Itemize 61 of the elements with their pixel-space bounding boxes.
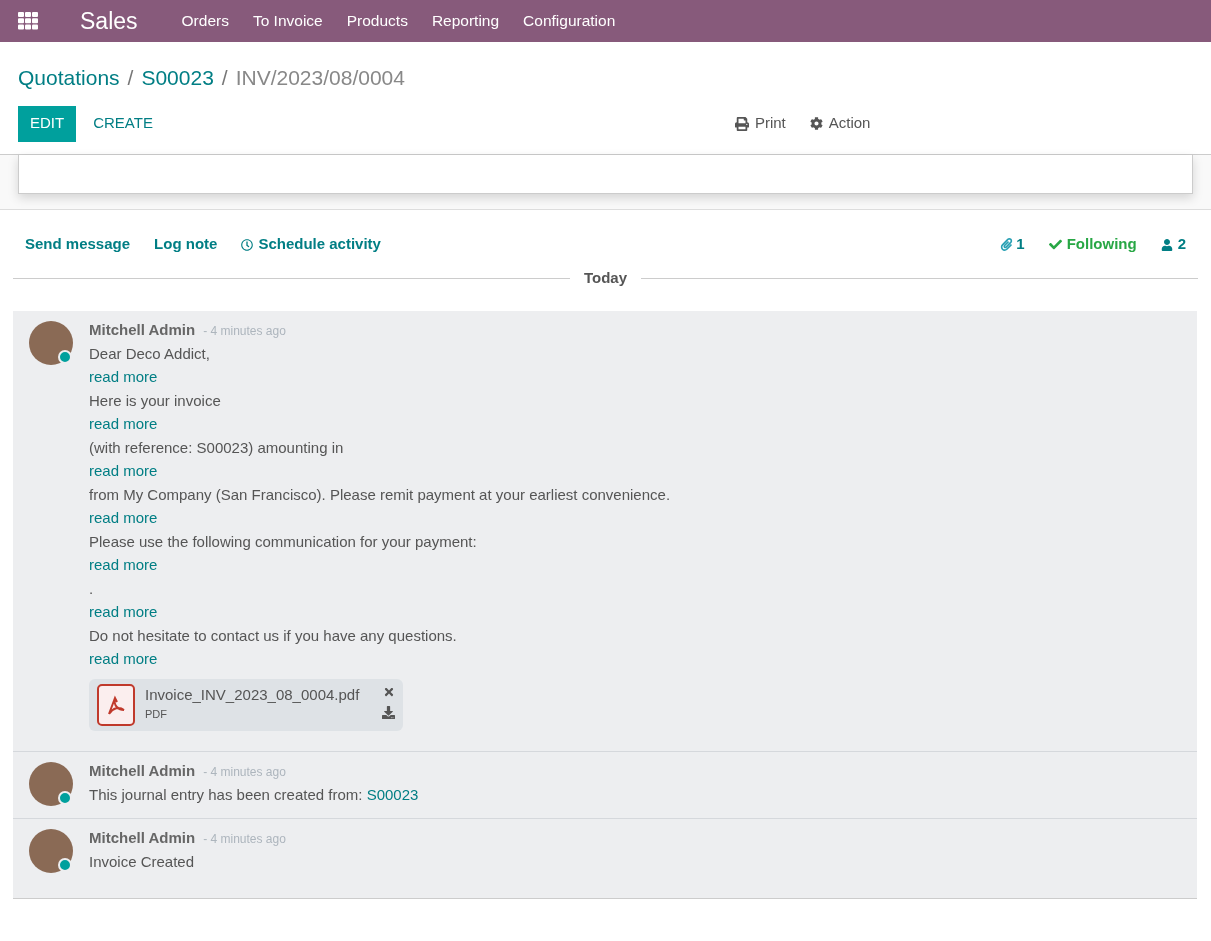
nav-menu-item[interactable]: To Invoice	[252, 9, 323, 33]
create-button[interactable]: CREATE	[81, 105, 165, 142]
message-time: - 4 minutes ago	[203, 831, 286, 848]
read-more-link[interactable]: read more	[89, 603, 158, 620]
apps-grid-icon[interactable]	[18, 12, 38, 30]
author-name: Mitchell Admin	[89, 319, 196, 340]
message-text: Please use the following communication for your payment:	[89, 532, 477, 550]
read-more-link[interactable]: read more	[89, 415, 158, 432]
app-name[interactable]: Sales	[80, 3, 138, 39]
attachment-type: PDF	[145, 706, 168, 722]
user-icon	[1160, 238, 1173, 251]
message-text: from My Company (San Francisco). Please remit payment at your earliest convenience.	[89, 485, 671, 503]
paperclip-icon	[1000, 238, 1014, 251]
breadcrumb-current: INV/2023/08/0004	[235, 65, 405, 91]
breadcrumb-separator: /	[127, 65, 134, 91]
chatter-action-button[interactable]: Schedule activity	[241, 233, 381, 256]
avatar	[29, 829, 73, 873]
attachment-card[interactable]: Invoice_INV_2023_08_0004.pdf PDF	[89, 678, 403, 731]
clock-icon	[241, 238, 254, 251]
message-time: - 4 minutes ago	[203, 322, 286, 340]
download-icon[interactable]	[382, 705, 395, 719]
breadcrumb-separator: /	[221, 65, 228, 91]
attachment-name: Invoice_INV_2023_08_0004.pdf	[145, 684, 361, 705]
breadcrumb-link[interactable]: S00023	[141, 62, 214, 94]
author-name: Mitchell Admin	[89, 828, 196, 848]
date-separator: Today	[582, 268, 629, 289]
pdf-file-icon	[97, 683, 135, 726]
read-more-link[interactable]: read more	[89, 556, 158, 573]
message-text: Here is your invoice	[89, 391, 221, 409]
chatter-action-button[interactable]: Send message	[25, 233, 131, 256]
action-button[interactable]: Action	[809, 112, 871, 135]
read-more-link[interactable]: read more	[89, 462, 158, 479]
printer-icon	[734, 116, 749, 131]
message-text: .	[89, 579, 94, 597]
print-button[interactable]: Print	[734, 112, 786, 135]
edit-button[interactable]: EDIT	[18, 105, 77, 142]
record-link[interactable]: S00023	[366, 785, 419, 803]
check-icon	[1048, 238, 1062, 251]
attachments-button[interactable]: 1	[1000, 233, 1025, 256]
read-more-link[interactable]: read more	[89, 509, 158, 526]
avatar	[29, 320, 73, 365]
following-button[interactable]: Following	[1048, 233, 1137, 256]
nav-menu-item[interactable]: Reporting	[431, 9, 500, 33]
message-text: Do not hesitate to contact us if you have any questions.	[89, 626, 457, 644]
nav-menu-item[interactable]: Configuration	[523, 9, 616, 33]
settings-icon	[809, 117, 823, 130]
breadcrumb-link[interactable]: Quotations	[18, 62, 120, 94]
message-text: (with reference: S00023) amounting in	[89, 438, 344, 456]
avatar	[29, 761, 73, 806]
close-icon[interactable]	[382, 685, 395, 698]
read-more-link[interactable]: read more	[89, 368, 158, 385]
nav-menu-item[interactable]: Orders	[181, 9, 229, 33]
read-more-link[interactable]: read more	[89, 650, 158, 667]
message-time: - 4 minutes ago	[203, 763, 286, 781]
message-text: Invoice Created	[89, 853, 195, 870]
message-text: Dear Deco Addict,	[89, 344, 210, 362]
chatter-action-button[interactable]: Log note	[154, 233, 218, 256]
author-name: Mitchell Admin	[89, 760, 196, 781]
message-text: This journal entry has been created from: S00023	[89, 785, 419, 803]
followers-button[interactable]: 2	[1160, 233, 1186, 256]
nav-menu-item[interactable]: Products	[346, 9, 408, 33]
